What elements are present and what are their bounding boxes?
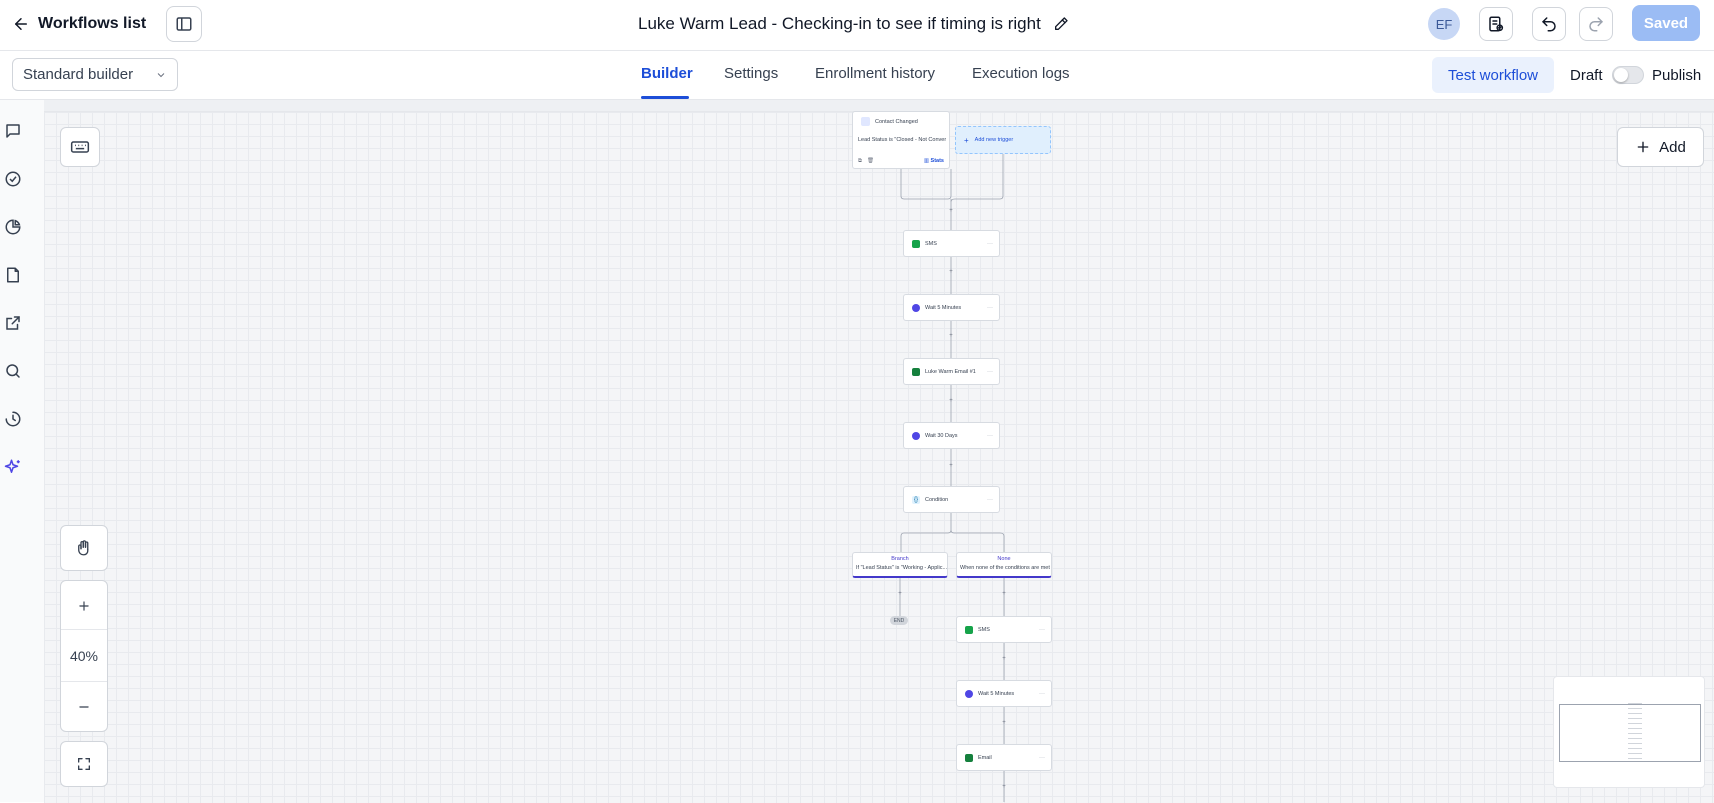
add-step-plus[interactable]: + [1000, 784, 1008, 790]
add-step-plus[interactable]: + [896, 591, 904, 597]
email-icon [912, 367, 920, 376]
plus-icon [1637, 141, 1649, 153]
add-step-plus[interactable]: + [947, 333, 955, 339]
minus-icon [79, 706, 89, 708]
branch-title: None [997, 556, 1011, 562]
end-marker: END [890, 616, 908, 625]
stats-link[interactable]: Stats [931, 158, 944, 164]
zoom-controls: 40% [60, 580, 108, 732]
add-new-trigger-button[interactable]: + Add new trigger [955, 126, 1051, 154]
clock-icon [965, 689, 973, 698]
trash-icon[interactable]: 🗑 [867, 158, 874, 165]
step-label: Luke Warm Email #1 [925, 368, 976, 375]
zoom-level-display: 40% [61, 631, 107, 681]
minimap[interactable] [1553, 676, 1705, 788]
condition-icon: {} [912, 495, 920, 504]
add-step-plus[interactable]: + [947, 398, 955, 404]
trigger-card[interactable]: Contact Changed Lead Status is "Closed -… [852, 111, 950, 169]
copy-icon[interactable]: ⧉ [858, 158, 862, 165]
keyboard-shortcuts-button[interactable] [60, 127, 100, 167]
add-step-plus[interactable]: + [1000, 720, 1008, 726]
step-node-email[interactable]: Luke Warm Email #1 ··· [903, 358, 1000, 385]
keyboard-icon [70, 141, 90, 153]
step-label: Wait 30 Days [925, 432, 958, 439]
more-options-icon[interactable]: ··· [987, 497, 993, 503]
branch-card-none[interactable]: None When none of the conditions are met [956, 552, 1052, 578]
add-step-plus[interactable]: + [947, 463, 955, 469]
clock-icon [912, 431, 920, 440]
more-options-icon[interactable]: ··· [987, 241, 993, 247]
clock-icon [912, 303, 920, 312]
step-label: Email [978, 754, 992, 761]
divider [61, 629, 107, 630]
trigger-filter: Lead Status is "Closed - Not Conver... [858, 137, 946, 143]
more-options-icon[interactable]: ··· [1039, 691, 1045, 697]
add-step-plus[interactable]: + [1000, 656, 1008, 662]
email-icon [965, 753, 973, 762]
more-options-icon[interactable]: ··· [987, 433, 993, 439]
step-label: Wait 5 Minutes [925, 304, 962, 311]
add-trigger-label: Add new trigger [974, 137, 1014, 143]
add-step-plus[interactable]: + [947, 269, 955, 275]
zoom-out-button[interactable] [61, 682, 107, 732]
zoom-in-button[interactable] [61, 581, 107, 631]
plus-icon [79, 601, 89, 611]
add-step-plus[interactable]: + [947, 208, 955, 214]
step-node-sms[interactable]: SMS ··· [903, 230, 1000, 257]
step-node-wait[interactable]: Wait 5 Minutes ··· [903, 294, 1000, 321]
step-node-email[interactable]: Email ··· [956, 744, 1052, 771]
sms-icon [965, 625, 973, 634]
step-label: Wait 5 Minutes [978, 690, 1015, 697]
step-node-condition[interactable]: {} Condition ··· [903, 486, 1000, 513]
step-label: SMS [978, 626, 990, 633]
branch-subtitle: When none of the conditions are met [960, 565, 1050, 571]
pan-mode-button[interactable] [60, 525, 108, 571]
step-label: SMS [925, 240, 937, 247]
expand-icon [78, 758, 90, 770]
more-options-icon[interactable]: ··· [1039, 627, 1045, 633]
sms-icon [912, 239, 920, 248]
add-step-plus[interactable]: + [1000, 591, 1008, 597]
zoom-level-value: 40% [69, 648, 99, 664]
hand-icon [78, 540, 89, 556]
branch-card[interactable]: Branch If "Lead Status" is "Working - Ap… [852, 552, 948, 578]
add-label: Add [1659, 138, 1686, 156]
bar-chart-icon: ▥ [923, 158, 930, 164]
step-node-wait[interactable]: Wait 5 Minutes ··· [956, 680, 1052, 707]
more-options-icon[interactable]: ··· [987, 305, 993, 311]
more-options-icon[interactable]: ··· [1039, 755, 1045, 761]
trigger-title: Contact Changed [875, 118, 918, 125]
fit-to-screen-button[interactable] [60, 741, 108, 787]
step-node-sms[interactable]: SMS ··· [956, 616, 1052, 643]
add-button[interactable]: Add [1617, 127, 1704, 167]
plus-icon: + [964, 135, 969, 145]
step-node-wait[interactable]: Wait 30 Days ··· [903, 422, 1000, 449]
contact-trigger-icon [861, 117, 870, 126]
branch-title: Branch [891, 556, 909, 562]
branch-subtitle: If "Lead Status" is "Working - Applic... [856, 565, 947, 571]
step-label: Condition [925, 496, 949, 503]
minimap-nodes [1628, 703, 1642, 759]
more-options-icon[interactable]: ··· [987, 369, 993, 375]
